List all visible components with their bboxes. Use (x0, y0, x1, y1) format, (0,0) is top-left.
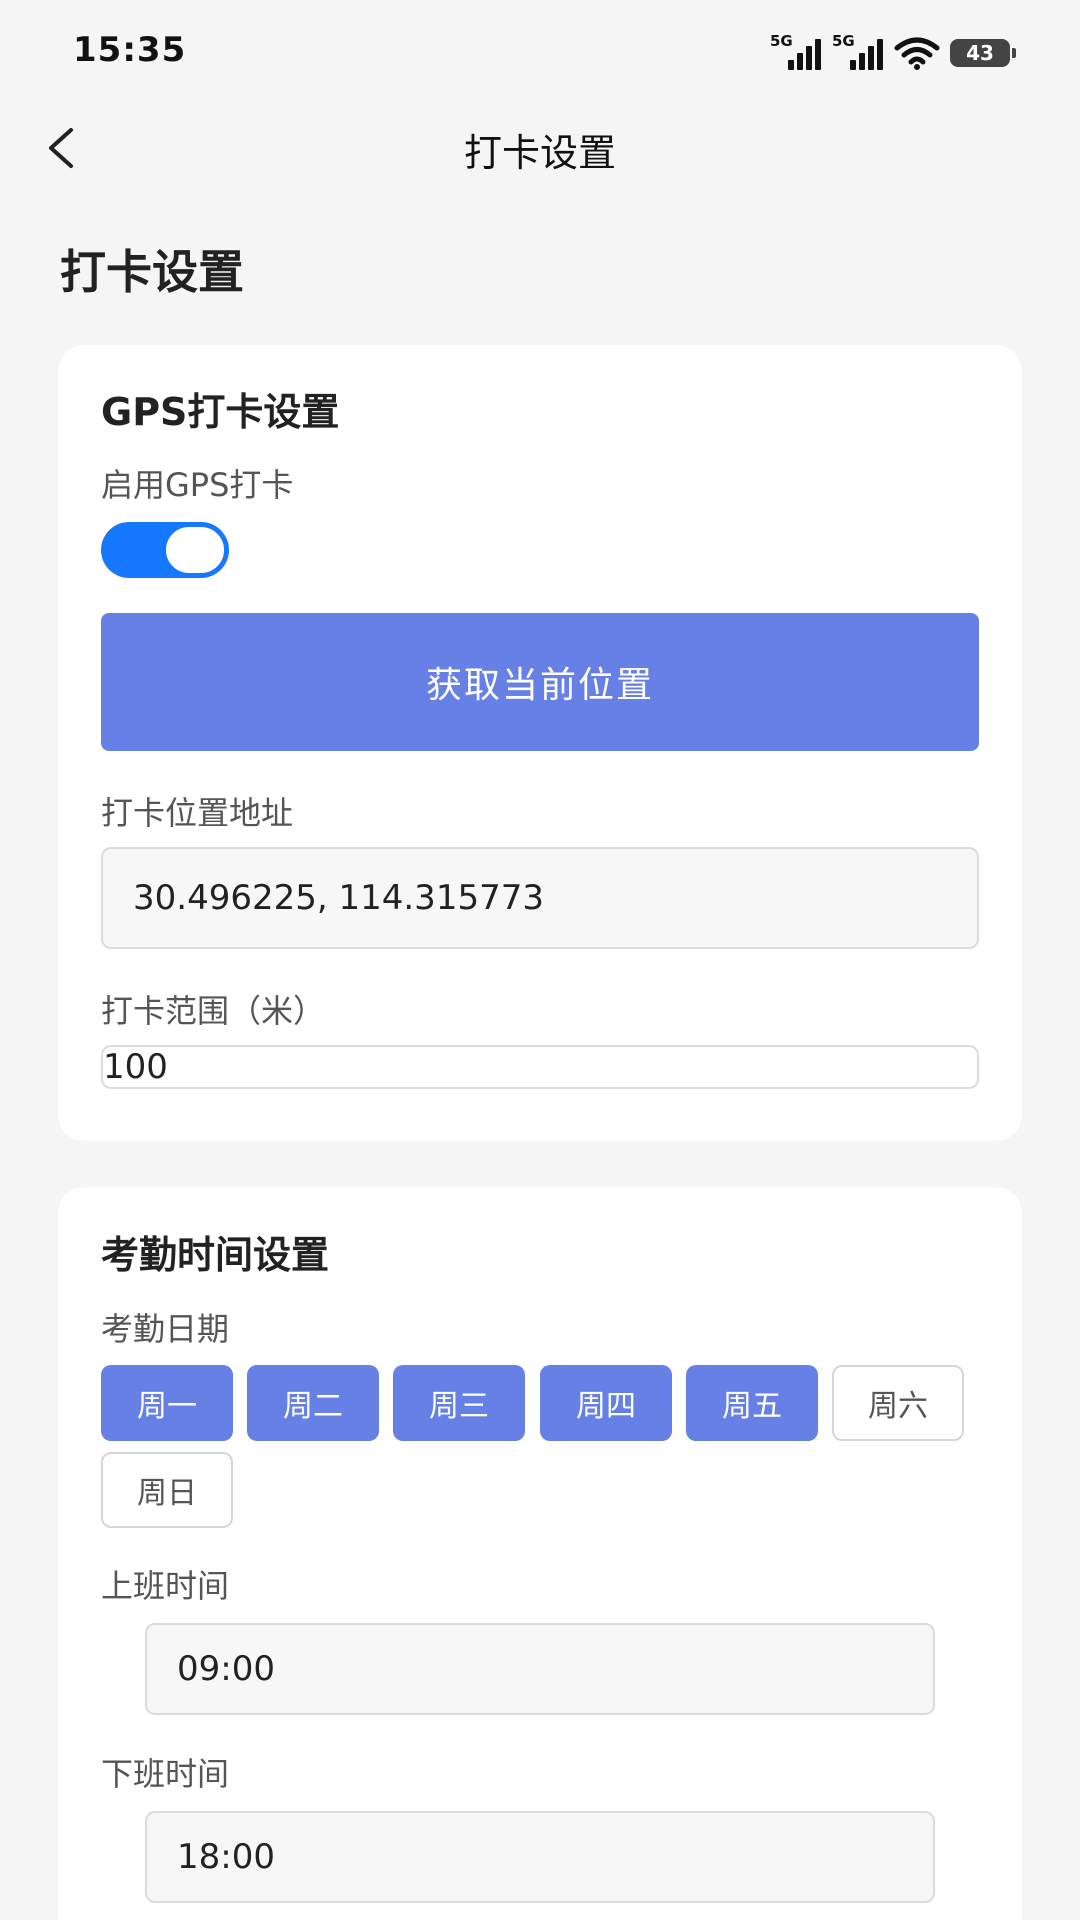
address-field[interactable]: 30.496225, 114.315773 (101, 847, 979, 949)
network-type-label: 5G (770, 32, 793, 50)
cellular-signal-icon: 5G (770, 32, 822, 70)
battery-level: 43 (966, 41, 994, 65)
gps-card-title: GPS打卡设置 (101, 390, 340, 434)
network-type-label: 5G (832, 32, 855, 50)
range-input[interactable]: 100 (101, 1045, 979, 1089)
attendance-card-title: 考勤时间设置 (101, 1233, 330, 1277)
gps-settings-card: GPS打卡设置 启用GPS打卡 获取当前位置 打卡位置地址 30.496225,… (58, 345, 1022, 1141)
start-time-field[interactable]: 09:00 (145, 1623, 935, 1715)
wifi-icon (894, 37, 940, 70)
attendance-time-card: 考勤时间设置 考勤日期 周一 周二 周三 周四 周五 周六 周日 上班时间 09… (58, 1187, 1022, 1920)
day-button[interactable]: 周日 (101, 1452, 233, 1528)
day-button[interactable]: 周一 (101, 1365, 233, 1441)
day-button[interactable]: 周四 (540, 1365, 672, 1441)
attendance-date-label: 考勤日期 (101, 1310, 230, 1348)
start-time-label: 上班时间 (101, 1567, 230, 1605)
get-location-button[interactable]: 获取当前位置 (101, 613, 979, 751)
day-button[interactable]: 周五 (686, 1365, 818, 1441)
nav-title: 打卡设置 (463, 131, 616, 175)
nav-bar: 打卡设置 (0, 100, 1080, 190)
day-button[interactable]: 周三 (393, 1365, 525, 1441)
address-label: 打卡位置地址 (101, 794, 294, 832)
day-button[interactable]: 周六 (832, 1365, 964, 1441)
range-label: 打卡范围（米） (101, 992, 326, 1030)
end-time-label: 下班时间 (101, 1755, 230, 1793)
status-time: 15:35 (73, 30, 187, 70)
toggle-knob (164, 525, 226, 575)
page-heading: 打卡设置 (60, 245, 244, 299)
status-icons: 5G 5G 43 (770, 30, 1016, 70)
status-bar: 15:35 5G 5G 43 (0, 0, 1080, 100)
day-button[interactable]: 周二 (247, 1365, 379, 1441)
attendance-settings-screen: 15:35 5G 5G 43 打卡设置 打卡设置 GPS打卡设置 启用GPS打卡… (0, 0, 1080, 1920)
battery-icon: 43 (950, 39, 1016, 67)
cellular-signal-icon: 5G (832, 32, 884, 70)
enable-gps-toggle[interactable] (101, 522, 229, 578)
end-time-field[interactable]: 18:00 (145, 1811, 935, 1903)
enable-gps-label: 启用GPS打卡 (101, 466, 294, 504)
